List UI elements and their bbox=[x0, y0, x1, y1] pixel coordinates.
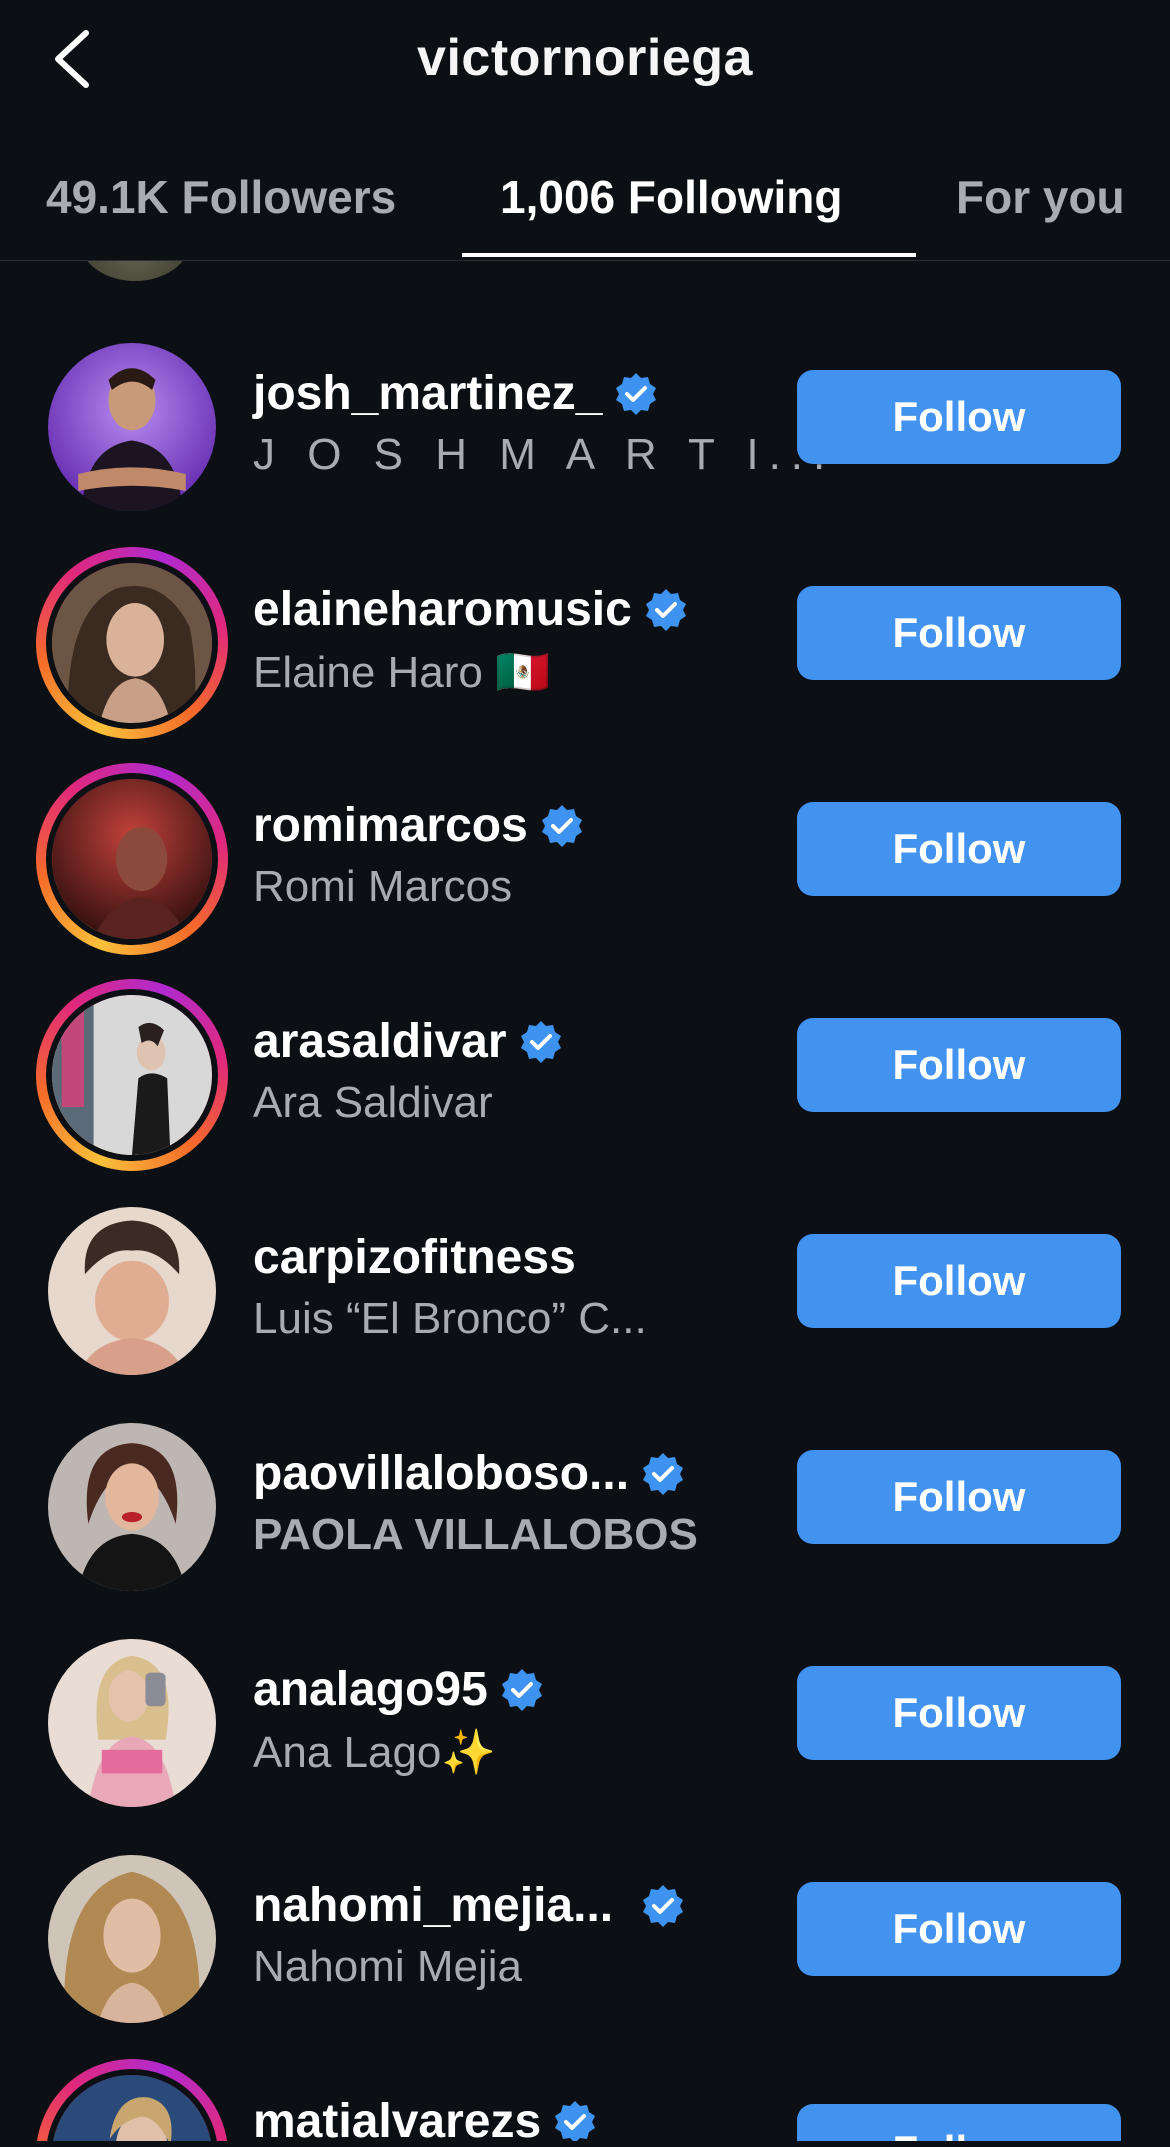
avatar[interactable] bbox=[36, 763, 228, 955]
list-item[interactable]: carpizofitness Luis “El Bronco” C... Fol… bbox=[0, 1172, 1170, 1388]
full-name: Elaine Haro 🇲🇽 bbox=[253, 648, 550, 697]
active-tab-indicator bbox=[462, 253, 916, 257]
verified-badge-icon bbox=[541, 804, 582, 847]
list-item[interactable]: nahomi_mejia... Nahomi Mejia Follow bbox=[0, 1820, 1170, 2036]
list-item[interactable]: paovillaloboso... PAOLA VILLALOBOS Follo… bbox=[0, 1388, 1170, 1604]
tab-following[interactable]: 1,006 Following bbox=[500, 170, 843, 224]
full-name: Nahomi Mejia bbox=[253, 1942, 522, 1991]
follow-button[interactable]: Follow bbox=[797, 1018, 1121, 1112]
follow-button[interactable]: Follow bbox=[797, 1234, 1121, 1328]
username[interactable]: romimarcos bbox=[253, 798, 528, 853]
list-item[interactable]: arasaldivar Ara Saldivar Follow bbox=[0, 956, 1170, 1172]
username-line: carpizofitness bbox=[253, 1230, 576, 1285]
verified-badge-icon bbox=[555, 2100, 596, 2141]
follow-button[interactable]: Follow bbox=[797, 2104, 1121, 2141]
verified-badge-icon bbox=[645, 588, 686, 631]
follow-button[interactable]: Follow bbox=[797, 1882, 1121, 1976]
username[interactable]: nahomi_mejia... bbox=[253, 1878, 613, 1933]
avatar[interactable] bbox=[36, 331, 228, 523]
following-list[interactable]: josh_martinez_ J O S H M A R T I... Foll… bbox=[0, 261, 1170, 2141]
page-title: victornoriega bbox=[417, 29, 753, 87]
username-line: elaineharomusic bbox=[253, 582, 690, 637]
username[interactable]: matialvarezs bbox=[253, 2094, 541, 2141]
verified-badge-icon bbox=[643, 1884, 684, 1927]
tab-bar: 49.1K Followers 1,006 Following For you bbox=[0, 150, 1170, 261]
username[interactable]: elaineharomusic bbox=[253, 582, 632, 637]
username[interactable]: arasaldivar bbox=[253, 1014, 507, 1069]
full-name: PAOLA VILLALOBOS bbox=[253, 1510, 698, 1559]
username-line: romimarcos bbox=[253, 798, 586, 853]
verified-badge-icon bbox=[520, 1020, 561, 1063]
username-line: matialvarezs bbox=[253, 2094, 599, 2141]
follow-button[interactable]: Follow bbox=[797, 370, 1121, 464]
username[interactable]: carpizofitness bbox=[253, 1230, 576, 1285]
username-line: josh_martinez_ bbox=[253, 366, 660, 421]
list-item[interactable]: matialvarezs Follow bbox=[0, 2036, 1170, 2141]
username-line: nahomi_mejia... bbox=[253, 1878, 687, 1933]
verified-badge-icon bbox=[643, 1452, 684, 1495]
follow-button[interactable]: Follow bbox=[797, 1450, 1121, 1544]
verified-badge-icon bbox=[616, 372, 657, 415]
full-name: J O S H M A R T I... bbox=[253, 430, 836, 479]
full-name: Ara Saldivar bbox=[253, 1078, 493, 1127]
username[interactable]: analago95 bbox=[253, 1662, 488, 1717]
username-line: arasaldivar bbox=[253, 1014, 565, 1069]
follow-button[interactable]: Follow bbox=[797, 1666, 1121, 1760]
username-line: analago95 bbox=[253, 1662, 546, 1717]
avatar[interactable] bbox=[36, 979, 228, 1171]
avatar[interactable] bbox=[36, 2059, 228, 2141]
list-item[interactable]: analago95 Ana Lago✨ Follow bbox=[0, 1604, 1170, 1820]
tab-for-you[interactable]: For you bbox=[956, 170, 1125, 224]
list-item[interactable]: josh_martinez_ J O S H M A R T I... Foll… bbox=[0, 308, 1170, 524]
top-bar: victornoriega bbox=[0, 0, 1170, 120]
list-item[interactable]: elaineharomusic Elaine Haro 🇲🇽 Follow bbox=[0, 524, 1170, 740]
full-name: Luis “El Bronco” C... bbox=[253, 1294, 647, 1343]
username-line: paovillaloboso... bbox=[253, 1446, 687, 1501]
full-name: Romi Marcos bbox=[253, 862, 513, 911]
verified-badge-icon bbox=[501, 1668, 542, 1711]
username[interactable]: josh_martinez_ bbox=[253, 366, 602, 421]
avatar[interactable] bbox=[36, 1843, 228, 2035]
follow-button[interactable]: Follow bbox=[797, 586, 1121, 680]
full-name: Ana Lago✨ bbox=[253, 1728, 497, 1777]
avatar[interactable] bbox=[36, 1195, 228, 1387]
username[interactable]: paovillaloboso... bbox=[253, 1446, 629, 1501]
avatar[interactable] bbox=[36, 1411, 228, 1603]
avatar[interactable] bbox=[36, 547, 228, 739]
tab-followers[interactable]: 49.1K Followers bbox=[46, 170, 396, 224]
list-item[interactable]: romimarcos Romi Marcos Follow bbox=[0, 740, 1170, 956]
avatar[interactable] bbox=[36, 1627, 228, 1819]
avatar-partial bbox=[80, 261, 190, 281]
follow-button[interactable]: Follow bbox=[797, 802, 1121, 896]
